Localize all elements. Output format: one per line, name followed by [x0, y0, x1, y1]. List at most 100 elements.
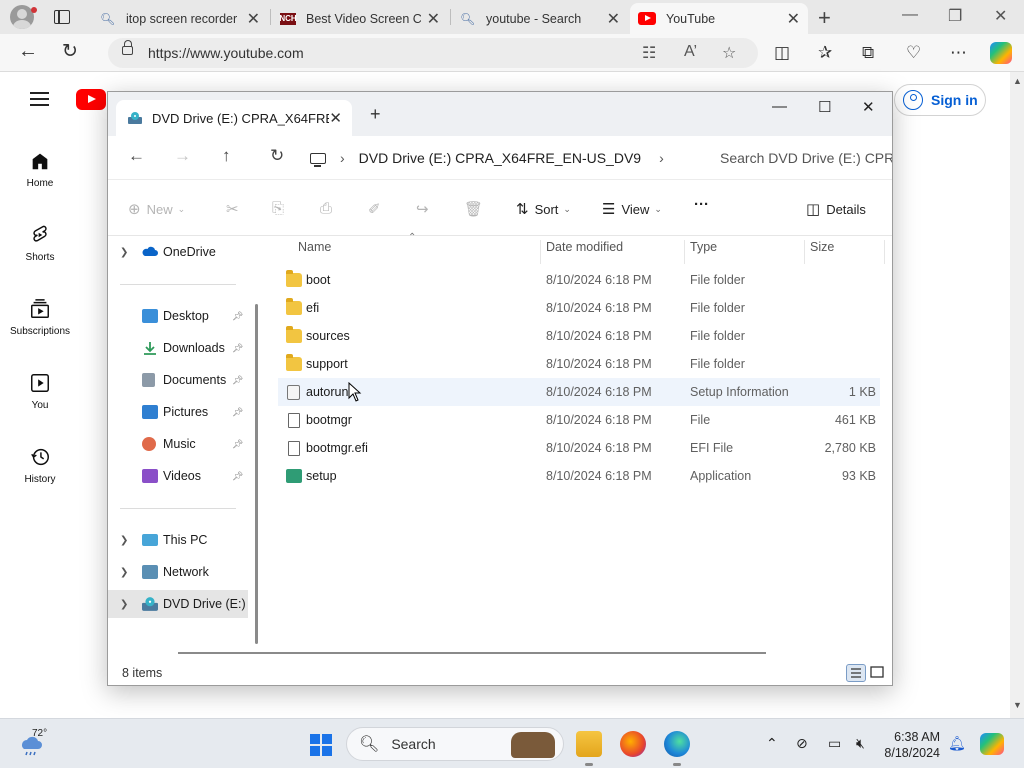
cut-icon[interactable]: ✂ [226, 200, 245, 218]
browser-tab-itop[interactable]: 🔍︎ itop screen recorder - ✕ [92, 3, 268, 34]
browser-tab-youtube-search[interactable]: 🔍︎ youtube - Search ✕ [452, 3, 628, 34]
breadcrumb[interactable]: › DVD Drive (E:) CPRA_X64FRE_EN-US_DV9 › [310, 142, 690, 174]
delete-icon[interactable]: 🗑︎ [464, 200, 489, 218]
minimize-icon[interactable]: — [772, 98, 787, 115]
favorites-icon[interactable]: ✰ [818, 43, 832, 63]
refresh-icon[interactable]: ↻ [62, 40, 78, 63]
column-header-date[interactable]: Date modified [546, 240, 623, 264]
pin-icon[interactable]: 📌︎ [232, 375, 243, 386]
display-icon[interactable]: ▭ [828, 735, 841, 752]
chevron-right-icon[interactable]: › [340, 150, 345, 166]
yt-nav-shorts[interactable]: Shorts [0, 224, 80, 263]
browser-tab-nch[interactable]: NCH Best Video Screen Ca ✕ [272, 3, 448, 34]
paste-icon[interactable]: ⎙ [320, 200, 338, 217]
chevron-right-icon[interactable]: › [659, 150, 664, 166]
pin-icon[interactable]: 📌︎ [232, 439, 243, 450]
pin-icon[interactable]: 📌︎ [232, 471, 243, 482]
nav-item-videos[interactable]: Videos 📌︎ [108, 462, 248, 490]
favorite-star-icon[interactable]: ☆ [722, 43, 736, 63]
read-aloud-icon[interactable]: A’ [684, 43, 697, 61]
address-bar[interactable]: https://www.youtube.com ☷ A’ ☆ [108, 38, 758, 68]
sign-in-button[interactable]: Sign in [894, 84, 986, 116]
back-icon[interactable]: ← [18, 40, 38, 63]
nav-item-pictures[interactable]: Pictures 📌︎ [108, 398, 248, 426]
chevron-right-icon[interactable]: ❯ [120, 567, 128, 578]
new-button[interactable]: ⊕ New ⌄ [128, 200, 185, 218]
close-icon[interactable]: ✕ [862, 98, 875, 116]
menu-icon[interactable] [30, 92, 49, 106]
back-icon[interactable]: ← [128, 146, 145, 166]
yt-nav-history[interactable]: History [0, 446, 80, 485]
edge-taskbar-icon[interactable] [664, 731, 690, 766]
file-row-support[interactable]: support 8/10/2024 6:18 PM File folder [278, 350, 880, 378]
youtube-logo[interactable] [76, 89, 106, 110]
file-row-sources[interactable]: sources 8/10/2024 6:18 PM File folder [278, 322, 880, 350]
minimize-icon[interactable]: — [902, 6, 918, 24]
scroll-up-icon[interactable]: ▲ [1013, 76, 1022, 86]
url-text[interactable]: https://www.youtube.com [148, 45, 304, 61]
column-header-name[interactable]: Name [298, 240, 331, 264]
network-offline-icon[interactable]: ⊘ [796, 735, 808, 752]
new-tab-icon[interactable]: + [370, 104, 381, 125]
nav-item-music[interactable]: Music 📌︎ [108, 430, 248, 458]
copilot-icon[interactable] [990, 42, 1012, 64]
yt-nav-subscriptions[interactable]: Subscriptions [0, 298, 80, 337]
more-options-button[interactable]: ··· [694, 196, 709, 213]
collections-icon[interactable]: ⧉ [862, 43, 874, 63]
this-pc-icon[interactable] [310, 152, 326, 167]
file-row-boot[interactable]: boot 8/10/2024 6:18 PM File folder [278, 266, 880, 294]
taskbar-search[interactable]: 🔍︎ Search [346, 727, 564, 761]
file-row-autorun[interactable]: autorun 8/10/2024 6:18 PM Setup Informat… [278, 378, 880, 406]
pin-icon[interactable]: 📌︎ [232, 311, 243, 322]
restore-icon[interactable]: ❐ [948, 6, 962, 26]
file-row-bootmgr-efi[interactable]: bootmgr.efi 8/10/2024 6:18 PM EFI File 2… [278, 434, 880, 462]
up-icon[interactable]: ↑ [222, 146, 231, 166]
sort-button[interactable]: ⇅ Sort ⌄ [516, 200, 571, 218]
column-divider[interactable] [684, 240, 685, 264]
nav-pane-scrollbar[interactable] [255, 304, 258, 644]
pin-icon[interactable]: 📌︎ [232, 343, 243, 354]
browser-essentials-icon[interactable]: ♡ [906, 43, 921, 63]
tab-close-icon[interactable]: ✕ [247, 9, 260, 29]
show-hidden-icons-icon[interactable]: ⌃ [766, 735, 778, 752]
column-divider[interactable] [540, 240, 541, 264]
start-button[interactable] [310, 734, 332, 756]
chevron-right-icon[interactable]: ❯ [120, 247, 128, 258]
tab-close-icon[interactable]: ✕ [427, 9, 440, 29]
notification-bell-icon[interactable]: 🔔︎ [948, 735, 966, 752]
nav-item-downloads[interactable]: Downloads 📌︎ [108, 334, 248, 362]
close-icon[interactable]: ✕ [994, 6, 1007, 26]
nav-item-this-pc[interactable]: ❯ This PC [108, 526, 248, 554]
page-scrollbar[interactable]: ▲ ▼ [1010, 72, 1024, 718]
scroll-down-icon[interactable]: ▼ [1013, 700, 1022, 710]
details-button[interactable]: ◫ Details [806, 200, 866, 218]
file-row-efi[interactable]: efi 8/10/2024 6:18 PM File folder [278, 294, 880, 322]
copilot-taskbar-icon[interactable] [980, 733, 1004, 755]
details-view-icon[interactable] [846, 664, 866, 682]
maximize-icon[interactable]: ☐ [818, 98, 831, 116]
explorer-search-input[interactable]: Search DVD Drive (E:) CPRA_X64FRE_EN-US_… [708, 142, 892, 174]
new-tab-icon[interactable]: + [818, 5, 831, 31]
column-divider[interactable] [884, 240, 885, 264]
tab-actions-icon[interactable] [54, 10, 70, 24]
column-header-size[interactable]: Size [810, 240, 834, 264]
apps-icon[interactable]: ☷ [642, 43, 656, 63]
yt-nav-you[interactable]: You [0, 372, 80, 411]
yt-nav-home[interactable]: Home [0, 150, 80, 189]
system-clock[interactable]: 6:38 AM 8/18/2024 [884, 729, 940, 761]
nav-item-desktop[interactable]: Desktop 📌︎ [108, 302, 248, 330]
column-header-type[interactable]: Type [690, 240, 717, 264]
large-icons-view-icon[interactable] [868, 664, 888, 682]
file-row-bootmgr[interactable]: bootmgr 8/10/2024 6:18 PM File 461 KB [278, 406, 880, 434]
close-tab-icon[interactable]: ✕ [329, 109, 342, 127]
volume-muted-icon[interactable]: 🔇︎ [856, 735, 865, 752]
breadcrumb-location[interactable]: DVD Drive (E:) CPRA_X64FRE_EN-US_DV9 [359, 150, 641, 166]
tab-close-icon[interactable]: ✕ [787, 9, 800, 29]
forward-icon[interactable]: → [174, 146, 191, 166]
pin-icon[interactable]: 📌︎ [232, 407, 243, 418]
nav-item-network[interactable]: ❯ Network [108, 558, 248, 586]
lock-icon[interactable] [122, 40, 133, 55]
explorer-tab[interactable]: DVD Drive (E:) CPRA_X64FRE_I ✕ [116, 100, 352, 136]
share-icon[interactable]: ↪ [416, 200, 435, 218]
nav-item-onedrive[interactable]: ❯ OneDrive [108, 238, 248, 266]
